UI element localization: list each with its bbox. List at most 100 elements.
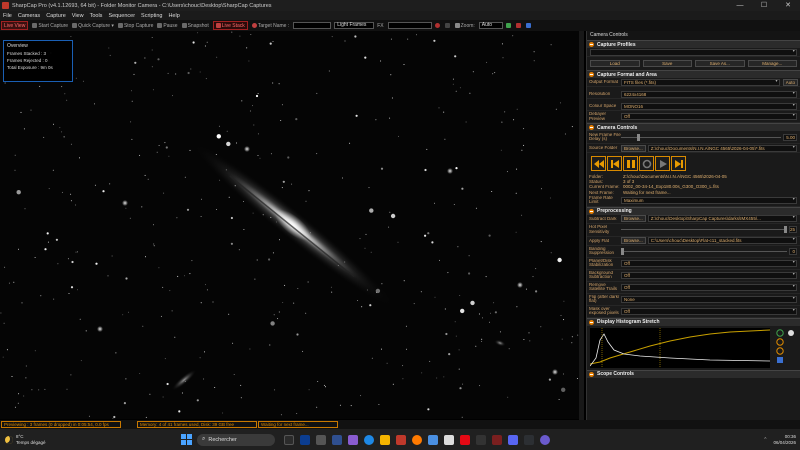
plus-icon[interactable] — [444, 434, 454, 445]
bright-star — [552, 369, 558, 375]
manage-profiles-button[interactable]: Manage... — [747, 60, 797, 67]
histogram-tool-icon[interactable] — [505, 21, 512, 30]
taskbar-search[interactable]: ⌕ Rechercher — [197, 433, 275, 446]
hot-pixel-value[interactable]: 25 — [789, 226, 797, 234]
app-icon-1[interactable] — [332, 434, 342, 445]
folder-monitor-info: Folder: Z:\chouc\Documents\N.I.N.A\NGC 45… — [587, 174, 800, 195]
new-frame-delay-value[interactable]: 5.00 — [783, 133, 797, 141]
step-back-button[interactable] — [607, 156, 622, 171]
menu-sequencer[interactable]: Sequencer — [108, 13, 135, 19]
fx-select[interactable] — [387, 22, 432, 29]
step-forward-button[interactable] — [671, 156, 686, 171]
start-button[interactable] — [181, 434, 192, 445]
app-icon-3[interactable] — [428, 434, 438, 445]
mask-select[interactable]: Off — [621, 307, 797, 315]
moon-icon — [5, 435, 13, 444]
clock[interactable]: 00:36 06/04/2026 — [773, 434, 796, 446]
pin-icon[interactable] — [515, 21, 522, 30]
colour-space-select[interactable]: MONO16 — [621, 102, 797, 110]
netflix-icon[interactable] — [460, 434, 470, 445]
source-folder-browse-button[interactable]: Browse... — [621, 144, 646, 152]
preprocessing-header[interactable]: Preprocessing — [587, 206, 800, 215]
background-sub-select[interactable]: Off — [621, 271, 797, 279]
capture-profiles-header[interactable]: Capture Profiles — [587, 40, 800, 48]
auto-button[interactable]: Auto — [782, 78, 798, 86]
star — [14, 154, 16, 156]
apply-flat-select[interactable]: C:\Users\chouc\Desktop\Flat-c11_stacked.… — [647, 237, 797, 245]
camera-controls-header[interactable]: Camera Controls — [587, 123, 800, 131]
discord-icon[interactable] — [508, 434, 518, 445]
debayer-select[interactable]: Off — [621, 113, 797, 120]
pause-button[interactable]: Pause — [157, 21, 178, 30]
vertical-scrollbar[interactable] — [579, 31, 584, 420]
star — [282, 180, 285, 183]
stop-capture-button[interactable]: Stop Capture — [117, 21, 153, 30]
output-format-select[interactable]: FITS files (*.fits) — [621, 78, 780, 86]
satellite-select[interactable]: Off — [621, 283, 797, 291]
tools-icon[interactable] — [525, 21, 532, 30]
rewind-button[interactable] — [591, 156, 606, 171]
profile-select[interactable] — [590, 48, 797, 56]
record-icon[interactable] — [434, 21, 441, 30]
menu-tools[interactable]: Tools — [90, 13, 103, 19]
app-icon-5[interactable] — [492, 434, 502, 445]
pause-playback-button[interactable] — [623, 156, 638, 171]
firefox-icon[interactable] — [412, 434, 422, 445]
subtract-dark-browse-button[interactable]: Browse... — [621, 215, 646, 223]
menu-cameras[interactable]: Cameras — [18, 13, 40, 19]
frame-type-select[interactable]: Light Frames — [334, 22, 375, 29]
capture-format-header[interactable]: Capture Format and Area — [587, 70, 800, 78]
flip-select[interactable]: None — [621, 295, 797, 303]
weather-widget[interactable]: 8°C Temps dégagé — [0, 434, 55, 446]
play-button[interactable] — [655, 156, 670, 171]
monitor-icon[interactable] — [316, 434, 326, 445]
explorer-icon[interactable] — [380, 434, 390, 445]
frame-rate-select[interactable]: Maximum — [621, 196, 797, 204]
star — [191, 260, 193, 262]
banding-slider[interactable] — [621, 247, 787, 255]
star — [66, 388, 68, 390]
app-icon-6[interactable] — [524, 434, 534, 445]
menu-scripting[interactable]: Scripting — [141, 13, 162, 19]
apply-flat-browse-button[interactable]: Browse... — [621, 237, 646, 245]
chevron-up-icon[interactable]: ⌃ — [763, 437, 767, 443]
close-button[interactable]: ✕ — [776, 0, 800, 11]
maximize-button[interactable]: ☐ — [752, 0, 776, 11]
histogram-header[interactable]: Display Histogram Stretch — [587, 317, 800, 326]
menu-file[interactable]: File — [3, 13, 12, 19]
app-icon-2[interactable] — [396, 434, 406, 445]
subtract-dark-select[interactable]: Z:\chouc\Desktop\SharpCap Captures\darks… — [647, 215, 797, 223]
save-profile-button[interactable]: Save — [642, 60, 692, 67]
teams-icon[interactable] — [348, 434, 358, 445]
new-frame-delay-slider[interactable] — [621, 133, 781, 141]
menu-capture[interactable]: Capture — [46, 13, 66, 19]
source-folder-select[interactable]: Z:\chouc\Documents\N.I.N.A\NGC 4565\2026… — [647, 144, 797, 152]
quick-capture-button[interactable]: Quick Capture ▾ — [72, 21, 114, 30]
live-stack-button[interactable]: Live Stack — [212, 21, 248, 30]
snapshot-button[interactable]: Snapshot — [181, 21, 209, 30]
image-view[interactable]: Overview Frames Stacked : 3 Frames Rejec… — [0, 31, 583, 419]
histogram-display[interactable] — [590, 327, 798, 368]
live-view-button[interactable]: Live View — [1, 21, 29, 30]
scope-controls-header[interactable]: Scope Controls — [587, 369, 800, 378]
star — [316, 406, 318, 408]
start-capture-button[interactable]: Start Capture — [32, 21, 68, 30]
load-profile-button[interactable]: Load — [590, 60, 640, 67]
menu-help[interactable]: Help — [168, 13, 179, 19]
minimize-button[interactable]: — — [728, 0, 752, 11]
banding-value[interactable]: 0 — [789, 247, 797, 255]
app-icon-4[interactable] — [476, 434, 486, 445]
zoom-select[interactable]: Auto — [478, 22, 503, 29]
edge-icon[interactable] — [364, 434, 374, 445]
hot-pixel-slider[interactable] — [621, 226, 787, 234]
crosshair-icon[interactable] — [444, 21, 451, 30]
app-icon-7[interactable] — [540, 434, 550, 445]
photoshop-icon[interactable] — [300, 434, 310, 445]
planet-disk-select[interactable]: Off — [621, 259, 797, 267]
target-name-input[interactable] — [293, 22, 332, 29]
reload-button[interactable] — [639, 156, 654, 171]
resolution-select[interactable]: 6224x4168 — [621, 90, 797, 98]
menu-view[interactable]: View — [72, 13, 84, 19]
save-as-profile-button[interactable]: Save As... — [695, 60, 745, 67]
task-view-icon[interactable] — [284, 434, 294, 445]
